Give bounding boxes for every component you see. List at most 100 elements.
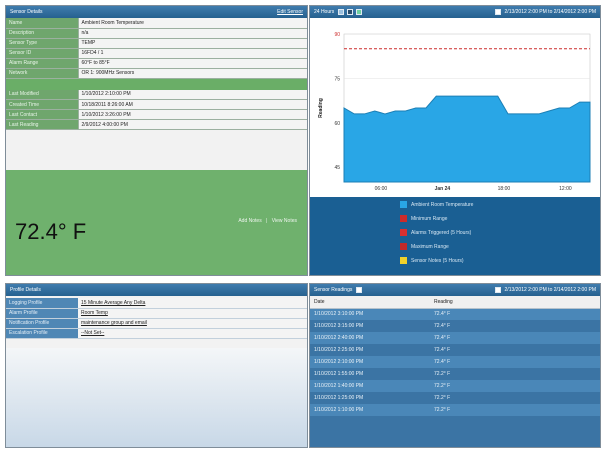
legend-item: Maximum Range — [400, 243, 449, 250]
profile-details-panel: Profile Details Logging Profile 15 Minute… — [5, 283, 308, 448]
sensor-row: Network OR 1: 900MHz Sensors — [6, 68, 307, 79]
profile-row: Escalation Profile --Not Set-- — [6, 328, 307, 339]
history-date-range: 2/13/2012 2:00 PM to 2/14/2012 2:00 PM — [504, 9, 596, 15]
y-tick-label: 90 — [334, 32, 340, 38]
sensor-details-header: Sensor Details Edit Sensor — [6, 6, 307, 18]
reading-value: 72.2° F — [430, 392, 600, 404]
notification-profile-link[interactable]: maintenance group and email — [78, 318, 307, 329]
row-label: Description — [6, 28, 79, 39]
calendar-icon[interactable] — [494, 9, 501, 15]
legend-swatch — [400, 229, 407, 236]
legend-item: Sensor Notes (5 Hours) — [400, 257, 464, 264]
time-row: Created Time 10/18/2011 8:26:00 AM — [6, 99, 307, 110]
reading-date: 1/10/2012 1:40:00 PM — [310, 380, 430, 392]
readings-header-row: Date Reading — [310, 296, 600, 309]
readings-date-range: 2/13/2012 2:00 PM to 2/14/2012 2:00 PM — [504, 287, 596, 293]
print-icon[interactable] — [347, 9, 354, 15]
legend-item: Minimum Range — [400, 215, 447, 222]
section-separator — [6, 78, 307, 90]
table-row: 1/10/2012 2:25:00 PM 72.4° F — [310, 344, 600, 356]
notes-links: Add Notes | View Notes — [238, 218, 297, 224]
legend-swatch — [400, 243, 407, 250]
sensor-row: Name Ambient Room Temperature — [6, 18, 307, 29]
row-value: 16FD4 / 1 — [78, 48, 307, 59]
y-axis-label: Reading — [318, 98, 324, 118]
x-tick-label: 12:00 — [559, 186, 572, 192]
table-row: 1/10/2012 1:25:00 PM 72.2° F — [310, 392, 600, 404]
legend-label: Maximum Range — [411, 243, 449, 250]
reading-value: 72.4° F — [430, 320, 600, 332]
profile-row: Logging Profile 15 Minute Average Any Del… — [6, 298, 307, 309]
sensor-details-panel: Sensor Details Edit Sensor Name Ambient R… — [5, 5, 308, 276]
row-label: Alarm Range — [6, 58, 79, 69]
profile-body — [6, 348, 307, 447]
view-notes-link[interactable]: View Notes — [272, 218, 297, 224]
edit-sensor-link[interactable]: Edit Sensor — [277, 9, 303, 15]
sensor-info-table: Name Ambient Room Temperature Description… — [6, 18, 307, 79]
row-value: 2/9/2012 4:00:00 PM — [78, 119, 307, 130]
add-notes-link[interactable]: Add Notes — [238, 218, 261, 224]
legend-label: Minimum Range — [411, 215, 448, 222]
export-icon[interactable] — [338, 9, 345, 15]
table-row: 1/10/2012 2:10:00 PM 72.4° F — [310, 356, 600, 368]
reading-value: 72.4° F — [430, 344, 600, 356]
time-row: Last Contact 1/10/2012 3:26:00 PM — [6, 109, 307, 120]
reading-date: 1/10/2012 2:10:00 PM — [310, 356, 430, 368]
reading-value: 72.4° F — [430, 356, 600, 368]
row-label: Alarm Profile — [6, 308, 78, 319]
legend-label: Ambient Room Temperature — [411, 201, 474, 208]
profile-row: Notification Profile maintenance group an… — [6, 318, 307, 329]
profile-details-title: Profile Details — [10, 287, 41, 293]
profile-row: Alarm Profile Room Temp — [6, 308, 307, 319]
row-label: Escalation Profile — [6, 328, 78, 339]
readings-title: Sensor Readings — [314, 287, 353, 293]
legend-item: Alarms Triggered (5 Hours) — [400, 229, 471, 236]
readings-table: Date Reading 1/10/2012 3:10:00 PM 72.4° F… — [310, 296, 600, 416]
sensor-row: Sensor ID 16FD4 / 1 — [6, 48, 307, 59]
time-row: Last Reading 2/9/2012 4:00:00 PM — [6, 119, 307, 130]
column-header-date[interactable]: Date — [310, 296, 430, 309]
refresh-icon[interactable] — [356, 9, 363, 15]
row-value: OR 1: 900MHz Sensors — [78, 68, 307, 79]
row-value: 60°F to 85°F — [78, 58, 307, 69]
calendar-icon[interactable] — [494, 287, 501, 293]
row-value: 1/10/2012 2:10:00 PM — [78, 89, 307, 100]
row-label: Notification Profile — [6, 318, 78, 329]
legend-label: Sensor Notes (5 Hours) — [411, 257, 464, 264]
table-row: 1/10/2012 2:40:00 PM 72.4° F — [310, 332, 600, 344]
export-icon[interactable] — [356, 287, 363, 293]
column-header-reading[interactable]: Reading — [430, 296, 600, 309]
current-reading: 72.4° F — [15, 219, 87, 244]
row-label: Last Contact — [6, 109, 79, 120]
legend-swatch — [400, 201, 407, 208]
time-row: Last Modified 1/10/2012 2:10:00 PM — [6, 89, 307, 100]
reading-date: 1/10/2012 1:25:00 PM — [310, 392, 430, 404]
reading-date: 1/10/2012 1:55:00 PM — [310, 368, 430, 380]
link-separator: | — [266, 218, 268, 224]
history-panel: 24 Hours 2/13/2012 2:00 PM to 2/14/2012 … — [309, 5, 601, 276]
reading-date: 1/10/2012 3:10:00 PM — [310, 308, 430, 320]
table-row: 1/10/2012 1:10:00 PM 72.2° F — [310, 404, 600, 416]
row-label: Last Modified — [6, 89, 79, 100]
table-row: 1/10/2012 3:15:00 PM 72.4° F — [310, 320, 600, 332]
row-value: n/a — [78, 28, 307, 39]
reading-value: 72.4° F — [430, 332, 600, 344]
history-header: 24 Hours 2/13/2012 2:00 PM to 2/14/2012 … — [310, 6, 600, 18]
alarm-profile-link[interactable]: Room Temp — [78, 308, 307, 319]
escalation-profile-link[interactable]: --Not Set-- — [78, 328, 307, 339]
table-row: 1/10/2012 1:40:00 PM 72.2° F — [310, 380, 600, 392]
row-value: TEMP — [78, 38, 307, 49]
row-value: 1/10/2012 3:26:00 PM — [78, 109, 307, 120]
logging-profile-link[interactable]: 15 Minute Average Any Delta — [78, 298, 307, 309]
y-tick-label: 60 — [334, 121, 340, 127]
row-value: Ambient Room Temperature — [78, 18, 307, 29]
y-tick-label: 75 — [334, 76, 340, 82]
reading-value: 72.2° F — [430, 404, 600, 416]
sensor-row: Alarm Range 60°F to 85°F — [6, 58, 307, 69]
row-label: Sensor ID — [6, 48, 79, 59]
legend-swatch — [400, 215, 407, 222]
x-tick-label: Jan 24 — [435, 186, 451, 192]
chart-area: 90 75 60 45 06:00 Jan 24 18:00 12:00 Reading — [310, 18, 600, 197]
sensor-row: Description n/a — [6, 28, 307, 39]
row-label: Sensor Type — [6, 38, 79, 49]
